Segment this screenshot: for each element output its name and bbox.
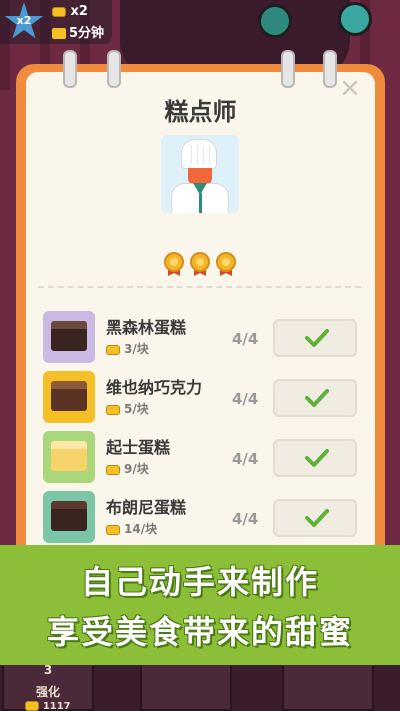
recipe-progress: 4/4	[232, 330, 259, 348]
cake-thumbnail	[43, 491, 95, 543]
banner-line-2: 享受美食带来的甜蜜	[46, 613, 353, 651]
bonus-badge[interactable]: x2 x2 5分钟	[0, 0, 112, 44]
divider	[38, 286, 361, 288]
tile-label: 强化	[35, 685, 60, 699]
recipe-price: 5/块	[106, 400, 149, 417]
complete-button[interactable]	[273, 439, 357, 477]
bonus-multiplier: x2	[52, 4, 88, 19]
binder-ring-icon	[323, 50, 337, 88]
binder-ring-icon	[63, 50, 77, 88]
recipe-name: 黑森林蛋糕	[106, 318, 187, 337]
star-multiplier: x2	[16, 14, 32, 27]
medal-icon	[188, 252, 212, 276]
promo-banner: 自己动手来制作 享受美食带来的甜蜜	[0, 545, 400, 665]
recipe-name: 布朗尼蛋糕	[106, 498, 187, 517]
complete-button[interactable]	[273, 319, 357, 357]
check-icon	[305, 509, 329, 527]
video-icon	[52, 28, 66, 39]
recipe-item: 布朗尼蛋糕 14/块 4/4	[40, 488, 365, 548]
complete-button[interactable]	[273, 379, 357, 417]
coin-icon	[106, 404, 120, 415]
medal-icon	[162, 252, 186, 276]
upgrade-tile[interactable]: 3 强化 1117	[2, 659, 94, 711]
coin-icon	[106, 524, 120, 535]
binder-ring-icon	[107, 50, 121, 88]
recipe-progress: 4/4	[232, 450, 259, 468]
tile-value: 1117	[4, 701, 92, 711]
check-icon	[305, 389, 329, 407]
recipe-item: 维也纳巧克力 5/块 4/4	[40, 368, 365, 428]
recipe-price: 3/块	[106, 340, 149, 357]
background-decoration-icon	[338, 2, 372, 36]
binder-ring-icon	[281, 50, 295, 88]
cake-thumbnail	[43, 431, 95, 483]
recipe-name: 起士蛋糕	[106, 438, 171, 457]
modal-title: 糕点师	[164, 98, 237, 126]
cake-thumbnail	[43, 371, 95, 423]
chef-hat-icon	[181, 139, 217, 169]
cake-thumbnail	[43, 311, 95, 363]
complete-button[interactable]	[273, 499, 357, 537]
check-icon	[305, 449, 329, 467]
coin-icon	[106, 464, 120, 475]
bonus-duration: 5分钟	[52, 22, 104, 41]
recipe-progress: 4/4	[232, 510, 259, 528]
recipe-price: 9/块	[106, 460, 149, 477]
recipe-name: 维也纳巧克力	[106, 378, 203, 397]
recipe-price: 14/块	[106, 520, 157, 537]
recipe-item: 起士蛋糕 9/块 4/4	[40, 428, 365, 488]
recipe-progress: 4/4	[232, 390, 259, 408]
coin-icon	[52, 6, 66, 17]
coin-icon	[106, 344, 120, 355]
upgrade-tile[interactable]	[282, 659, 374, 711]
chef-stripe	[199, 193, 202, 213]
banner-line-1: 自己动手来制作	[80, 563, 319, 601]
recipe-item: 黑森林蛋糕 3/块 4/4	[40, 308, 365, 368]
upgrade-tile[interactable]	[140, 659, 232, 711]
coin-icon	[25, 701, 40, 711]
background-decoration-icon	[258, 4, 292, 38]
medal-row	[162, 252, 238, 278]
tile-level: 3	[43, 663, 53, 677]
medal-icon	[214, 252, 238, 276]
recipe-list: 黑森林蛋糕 3/块 4/4 维也纳巧克力 5/块 4/4 起士蛋糕 9/块 4/…	[40, 308, 365, 548]
check-icon	[305, 329, 329, 347]
chef-avatar	[161, 135, 239, 213]
